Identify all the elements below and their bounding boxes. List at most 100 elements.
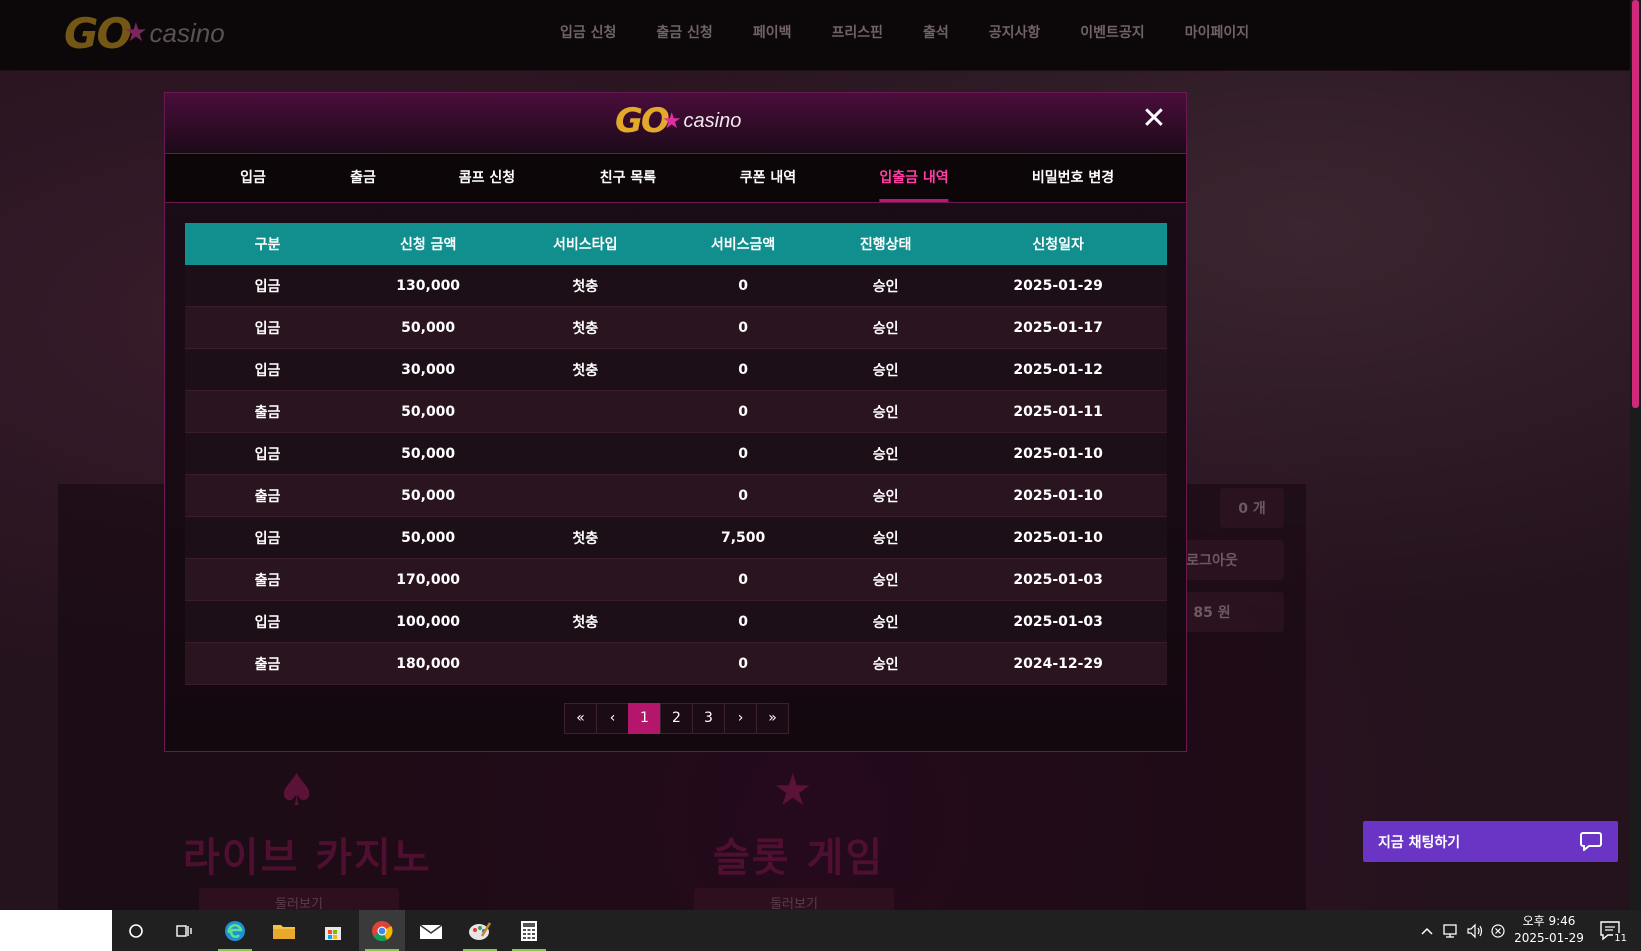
cell-amount: 30,000 (350, 348, 507, 391)
chevron-up-icon[interactable] (1420, 926, 1434, 936)
cell-date: 2025-01-29 (949, 265, 1167, 307)
bg-logout-label: 로그아웃 (1186, 553, 1238, 569)
table-row: 입금 130,000 첫충 0 승인 2025-01-29 (185, 265, 1167, 307)
modal-logo-go: GO (615, 101, 670, 141)
paint-icon[interactable] (457, 910, 503, 951)
page-1-button[interactable]: 1 (628, 703, 661, 734)
tab-withdraw[interactable]: 출금 (350, 154, 376, 202)
notification-center-icon[interactable]: 11 (1598, 918, 1628, 944)
modal-header: GO ★ casino ✕ (165, 93, 1186, 153)
cell-type: 입금 (185, 306, 350, 349)
page-prev-button[interactable]: ‹ (596, 703, 629, 734)
page-3-button[interactable]: 3 (692, 703, 725, 734)
nav-payback[interactable]: 페이백 (753, 22, 792, 42)
cell-service-amount: 0 (664, 642, 823, 685)
star-icon: ★ (773, 765, 813, 816)
pagination: « ‹ 1 2 3 › » (564, 703, 789, 734)
cell-service-type: 첫충 (506, 600, 665, 643)
tab-deposit[interactable]: 입금 (240, 154, 266, 202)
tab-friend-list[interactable]: 친구 목록 (600, 154, 656, 202)
page-2-button[interactable]: 2 (660, 703, 693, 734)
table-row: 입금 50,000 첫충 0 승인 2025-01-17 (185, 306, 1167, 349)
cell-service-amount: 0 (664, 348, 823, 391)
cell-service-amount: 0 (664, 390, 823, 433)
nav-deposit-request[interactable]: 입금 신청 (560, 22, 616, 42)
edge-browser-icon[interactable] (212, 910, 258, 951)
modal-logo-casino: casino (683, 109, 742, 132)
modal-logo-star-icon: ★ (661, 108, 682, 134)
calculator-icon[interactable] (506, 910, 552, 951)
transaction-table: 구분 신청 금액 서비스타입 서비스금액 진행상태 신청일자 입금 130,000… (185, 223, 1167, 685)
page-last-button[interactable]: » (756, 703, 789, 734)
cell-service-type: 첫충 (506, 348, 665, 391)
col-status: 진행상태 (822, 223, 950, 265)
tab-coupon-history[interactable]: 쿠폰 내역 (740, 154, 796, 202)
cell-status: 승인 (822, 306, 950, 349)
transaction-history-modal: GO ★ casino ✕ 입금 출금 콤프 신청 친구 목록 쿠폰 내역 입출… (164, 92, 1187, 752)
cell-service-amount: 0 (664, 265, 823, 307)
mail-icon[interactable] (408, 910, 454, 951)
microsoft-store-icon[interactable] (310, 910, 356, 951)
taskbar-search-box[interactable] (0, 910, 112, 951)
cell-date: 2025-01-03 (949, 558, 1167, 601)
nav-attendance[interactable]: 출석 (923, 22, 949, 42)
table-header-row: 구분 신청 금액 서비스타입 서비스금액 진행상태 신청일자 (185, 223, 1167, 265)
bg-count: 0 개 (1238, 501, 1266, 517)
nav-withdraw-request[interactable]: 출금 신청 (656, 22, 712, 42)
nav-event-notice[interactable]: 이벤트공지 (1080, 22, 1144, 42)
cell-type: 입금 (185, 432, 350, 475)
cell-service-amount: 0 (664, 474, 823, 517)
table-row: 출금 50,000 0 승인 2025-01-11 (185, 390, 1167, 433)
network-icon[interactable] (1442, 923, 1460, 939)
cell-type: 출금 (185, 558, 350, 601)
col-type: 구분 (185, 223, 350, 265)
modal-logo: GO ★ casino (615, 101, 741, 141)
live-chat-button[interactable]: 지금 채팅하기 (1363, 821, 1618, 862)
table-row: 출금 50,000 0 승인 2025-01-10 (185, 474, 1167, 517)
taskbar-clock[interactable]: 오후 9:46 2025-01-29 (1504, 913, 1594, 947)
cell-amount: 170,000 (350, 558, 507, 601)
site-logo[interactable]: GO ★ casino (64, 9, 225, 58)
cell-date: 2025-01-10 (949, 474, 1167, 517)
page-scrollbar-thumb[interactable] (1632, 0, 1639, 408)
cell-type: 입금 (185, 600, 350, 643)
cell-service-type (506, 642, 665, 685)
cell-status: 승인 (822, 265, 950, 307)
volume-icon[interactable] (1466, 923, 1484, 939)
cell-status: 승인 (822, 558, 950, 601)
col-date: 신청일자 (949, 223, 1167, 265)
nav-mypage[interactable]: 마이페이지 (1185, 22, 1249, 42)
cell-type: 입금 (185, 516, 350, 559)
cell-type: 입금 (185, 348, 350, 391)
cell-service-type (506, 432, 665, 475)
close-icon[interactable]: ✕ (1140, 104, 1168, 134)
cell-service-amount: 0 (664, 306, 823, 349)
cell-amount: 180,000 (350, 642, 507, 685)
file-explorer-icon[interactable] (261, 910, 307, 951)
cell-type: 입금 (185, 265, 350, 307)
tab-comp-request[interactable]: 콤프 신청 (459, 154, 515, 202)
nav-notice[interactable]: 공지사항 (989, 22, 1041, 42)
cell-amount: 130,000 (350, 265, 507, 307)
top-navigation: GO ★ casino 입금 신청 출금 신청 페이백 프리스핀 출석 공지사항… (0, 0, 1630, 71)
cell-service-amount: 0 (664, 558, 823, 601)
table-row: 출금 170,000 0 승인 2025-01-03 (185, 558, 1167, 601)
cell-status: 승인 (822, 432, 950, 475)
clock-date: 2025-01-29 (1514, 931, 1584, 945)
page-next-button[interactable]: › (724, 703, 757, 734)
chat-bubble-icon (1580, 832, 1602, 851)
bg-count-box: 0 개 (1220, 488, 1284, 528)
table-row: 입금 30,000 첫충 0 승인 2025-01-12 (185, 348, 1167, 391)
nav-freespin[interactable]: 프리스핀 (831, 22, 883, 42)
cell-status: 승인 (822, 600, 950, 643)
cell-service-type (506, 390, 665, 433)
task-view-icon[interactable] (161, 910, 207, 951)
tab-transaction-history[interactable]: 입출금 내역 (879, 154, 949, 202)
tab-change-password[interactable]: 비밀번호 변경 (1032, 154, 1114, 202)
page-first-button[interactable]: « (564, 703, 597, 734)
cortana-icon[interactable] (113, 910, 159, 951)
cell-amount: 50,000 (350, 390, 507, 433)
table-row: 입금 100,000 첫충 0 승인 2025-01-03 (185, 600, 1167, 643)
table-row: 입금 50,000 첫충 7,500 승인 2025-01-10 (185, 516, 1167, 559)
chrome-icon[interactable] (359, 910, 405, 951)
